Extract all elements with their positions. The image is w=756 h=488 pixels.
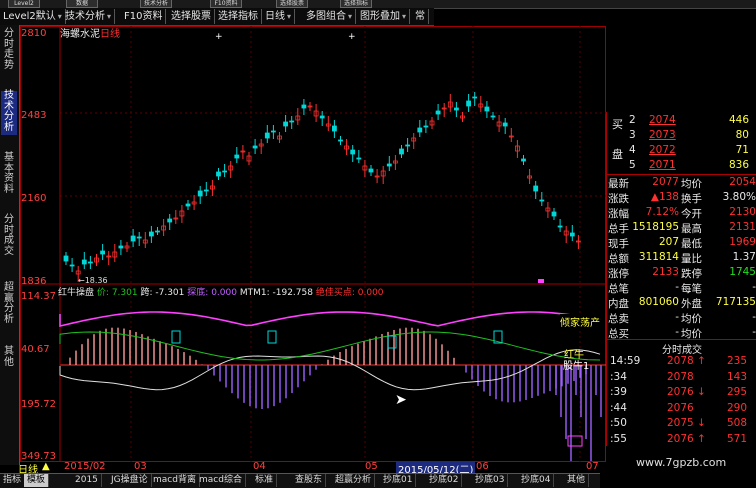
toolbar-button-5[interactable]: 选择股票 bbox=[276, 0, 308, 8]
tick-row: :34 2078 143 bbox=[610, 370, 747, 383]
quote-row: 内盘 801060 外盘 717135 bbox=[608, 296, 756, 310]
menu-level2-default[interactable]: Level2默认 ▾ bbox=[0, 9, 66, 24]
bottom-tabs: 指标 模板 2015 JG操盘论 macd背离 macd综合 标准 查股东 超赢… bbox=[0, 473, 600, 488]
low-marker: ←18.36 bbox=[78, 276, 108, 285]
indicator-legend: 红牛操盘 价: 7.301 跨: -7.301 探底: 0.000 MTM1: … bbox=[58, 288, 384, 298]
tab-basic-info[interactable]: 基本资料 bbox=[1, 152, 17, 197]
bottom-tab[interactable]: macd背离 bbox=[150, 474, 200, 487]
toolbar-button-3[interactable]: 技术分析 bbox=[140, 0, 172, 8]
order-book-row: 5 2071 836 bbox=[629, 159, 749, 171]
tick-row: :50 2075 ↓ 508 bbox=[610, 417, 747, 429]
bottom-tab[interactable]: 标准 bbox=[252, 474, 278, 487]
svg-text:+: + bbox=[348, 32, 356, 42]
time-axis-label: 05 bbox=[365, 461, 378, 472]
menu-more[interactable]: 常 bbox=[412, 9, 429, 24]
quote-row: 总卖 - 均价 - bbox=[608, 311, 756, 325]
price-axis-label: 2160 bbox=[21, 193, 47, 204]
signal-label-bull2: 股牛1 bbox=[563, 361, 590, 372]
toolbar-button-2[interactable]: 数据 bbox=[66, 0, 98, 8]
quote-row: 现手 207 最低 1969 bbox=[608, 236, 756, 250]
time-axis-label: 2015/02 bbox=[64, 461, 106, 472]
indicator-axis-label: 195.72 bbox=[21, 399, 56, 410]
quote-panel: 买 盘 2 2074 446 3 2073 80 4 2072 71 5 2071 836 最新 207… bbox=[606, 112, 756, 446]
toolbar-button-6[interactable]: 选择指标 bbox=[340, 0, 372, 8]
signal-label-washout: 倾家荡产 bbox=[560, 314, 600, 329]
bottom-tab[interactable]: 指标 bbox=[0, 474, 26, 487]
tick-row: :44 2076 290 bbox=[610, 401, 747, 414]
bottom-tab[interactable]: 查股东 bbox=[292, 474, 327, 487]
bottom-tab[interactable]: 抄底02 bbox=[426, 474, 463, 487]
bottom-tab[interactable]: macd综合 bbox=[196, 474, 246, 487]
toolbar-button-4[interactable]: F10资料 bbox=[210, 0, 242, 8]
menu-select-stock[interactable]: 选择股票 bbox=[168, 9, 215, 24]
bottom-tab[interactable]: JG操盘论 bbox=[108, 474, 152, 487]
menu-f10[interactable]: F10资料 bbox=[121, 9, 167, 24]
time-axis-label: 07 bbox=[586, 461, 599, 472]
time-axis-label: 06 bbox=[476, 461, 489, 472]
time-axis: 日线 ▲ 2015/02 03 04 05 2015/05/12(二) 06 0… bbox=[18, 461, 606, 476]
svg-text:+: + bbox=[215, 32, 223, 42]
menu-period[interactable]: 日线 ▾ bbox=[262, 9, 296, 24]
stock-period: 日线 bbox=[100, 29, 120, 40]
bottom-tab[interactable]: 超赢分析 bbox=[332, 474, 376, 487]
indicator-axis-label: 40.67 bbox=[21, 344, 50, 355]
kline-chart[interactable]: + + 海螺水泥日线 2810 2483 2160 1836 ←18.36 红牛操… bbox=[20, 26, 606, 462]
menu-select-indicator[interactable]: 选择指标 bbox=[215, 9, 262, 24]
bottom-tab[interactable]: 抄底03 bbox=[472, 474, 509, 487]
tick-row: :39 2076 ↓ 295 bbox=[610, 386, 747, 398]
time-axis-label: 03 bbox=[134, 461, 147, 472]
order-book-row: 3 2073 80 bbox=[629, 129, 749, 141]
triangle-up-icon: ▲ bbox=[42, 461, 50, 472]
tick-row: :55 2076 ↑ 571 bbox=[610, 432, 747, 445]
mouse-cursor-icon: ➤ bbox=[395, 392, 407, 408]
order-book-row: 2 2074 446 bbox=[629, 114, 749, 126]
order-book-row: 4 2072 71 bbox=[629, 144, 749, 156]
tab-tick-trades[interactable]: 分时成交 bbox=[1, 214, 17, 259]
quote-row: 涨幅 7.12% 今开 2130 bbox=[608, 206, 756, 220]
tab-tech-analysis[interactable]: 技术分析 bbox=[1, 90, 17, 135]
price-axis-label: 1836 bbox=[21, 276, 47, 287]
bottom-tab[interactable]: 抄底01 bbox=[380, 474, 417, 487]
menu-overlay[interactable]: 图形叠加 ▾ bbox=[357, 9, 411, 24]
tick-row: 14:59 2078 ↑ 235 bbox=[610, 355, 747, 367]
ticks-header: 分时成交 bbox=[662, 345, 702, 356]
chart-canvas: + + bbox=[20, 26, 606, 462]
bottom-tab[interactable]: 其他 bbox=[564, 474, 590, 487]
chevron-down-icon: ▾ bbox=[402, 12, 407, 21]
quote-row: 总手 1518195 最高 2131 bbox=[608, 221, 756, 235]
stock-title: 海螺水泥日线 bbox=[60, 25, 120, 40]
indicator-axis-label: 114.37 bbox=[21, 291, 56, 302]
tab-other[interactable]: 其他 bbox=[1, 346, 17, 371]
menu-bar: Level2默认 ▾ 技术分析 ▾ F10资料 选择股票 选择指标 日线 ▾ 多图组合… bbox=[0, 8, 434, 26]
quote-row: 总额 311814 量比 1.37 bbox=[608, 251, 756, 265]
time-axis-label: 04 bbox=[253, 461, 266, 472]
tab-intraday[interactable]: 分时走势 bbox=[1, 28, 17, 73]
bottom-tab[interactable]: 模板 bbox=[24, 474, 50, 487]
bottom-tab[interactable]: 2015 bbox=[72, 474, 102, 487]
menu-multi-chart[interactable]: 多图组合 ▾ bbox=[303, 9, 357, 24]
chevron-down-icon: ▾ bbox=[287, 12, 292, 21]
chevron-down-icon: ▾ bbox=[348, 12, 353, 21]
left-vertical-tabs: 分时走势 技术分析 基本资料 分时成交 超赢分析 其他 bbox=[0, 25, 20, 465]
quote-row: 最新 2077 均价 2054 bbox=[608, 176, 756, 190]
price-axis-label: 2483 bbox=[21, 110, 47, 121]
watermark: www.7gpzb.com bbox=[636, 456, 727, 469]
quote-row: 涨停 2133 跌停 1745 bbox=[608, 266, 756, 280]
toolbar-button-1[interactable]: Level2 bbox=[8, 0, 40, 8]
quote-row: 涨跌 ▲138 换手 3.80% bbox=[608, 191, 756, 205]
tab-super-analysis[interactable]: 超赢分析 bbox=[1, 282, 17, 327]
quote-row: 总笔 - 每笔 - bbox=[608, 281, 756, 295]
bottom-tab[interactable]: 抄底04 bbox=[518, 474, 555, 487]
menu-tech-analysis[interactable]: 技术分析 ▾ bbox=[62, 9, 116, 24]
chevron-down-icon: ▾ bbox=[107, 12, 112, 21]
stock-name: 海螺水泥 bbox=[60, 29, 100, 40]
price-axis-label: 2810 bbox=[21, 28, 47, 39]
